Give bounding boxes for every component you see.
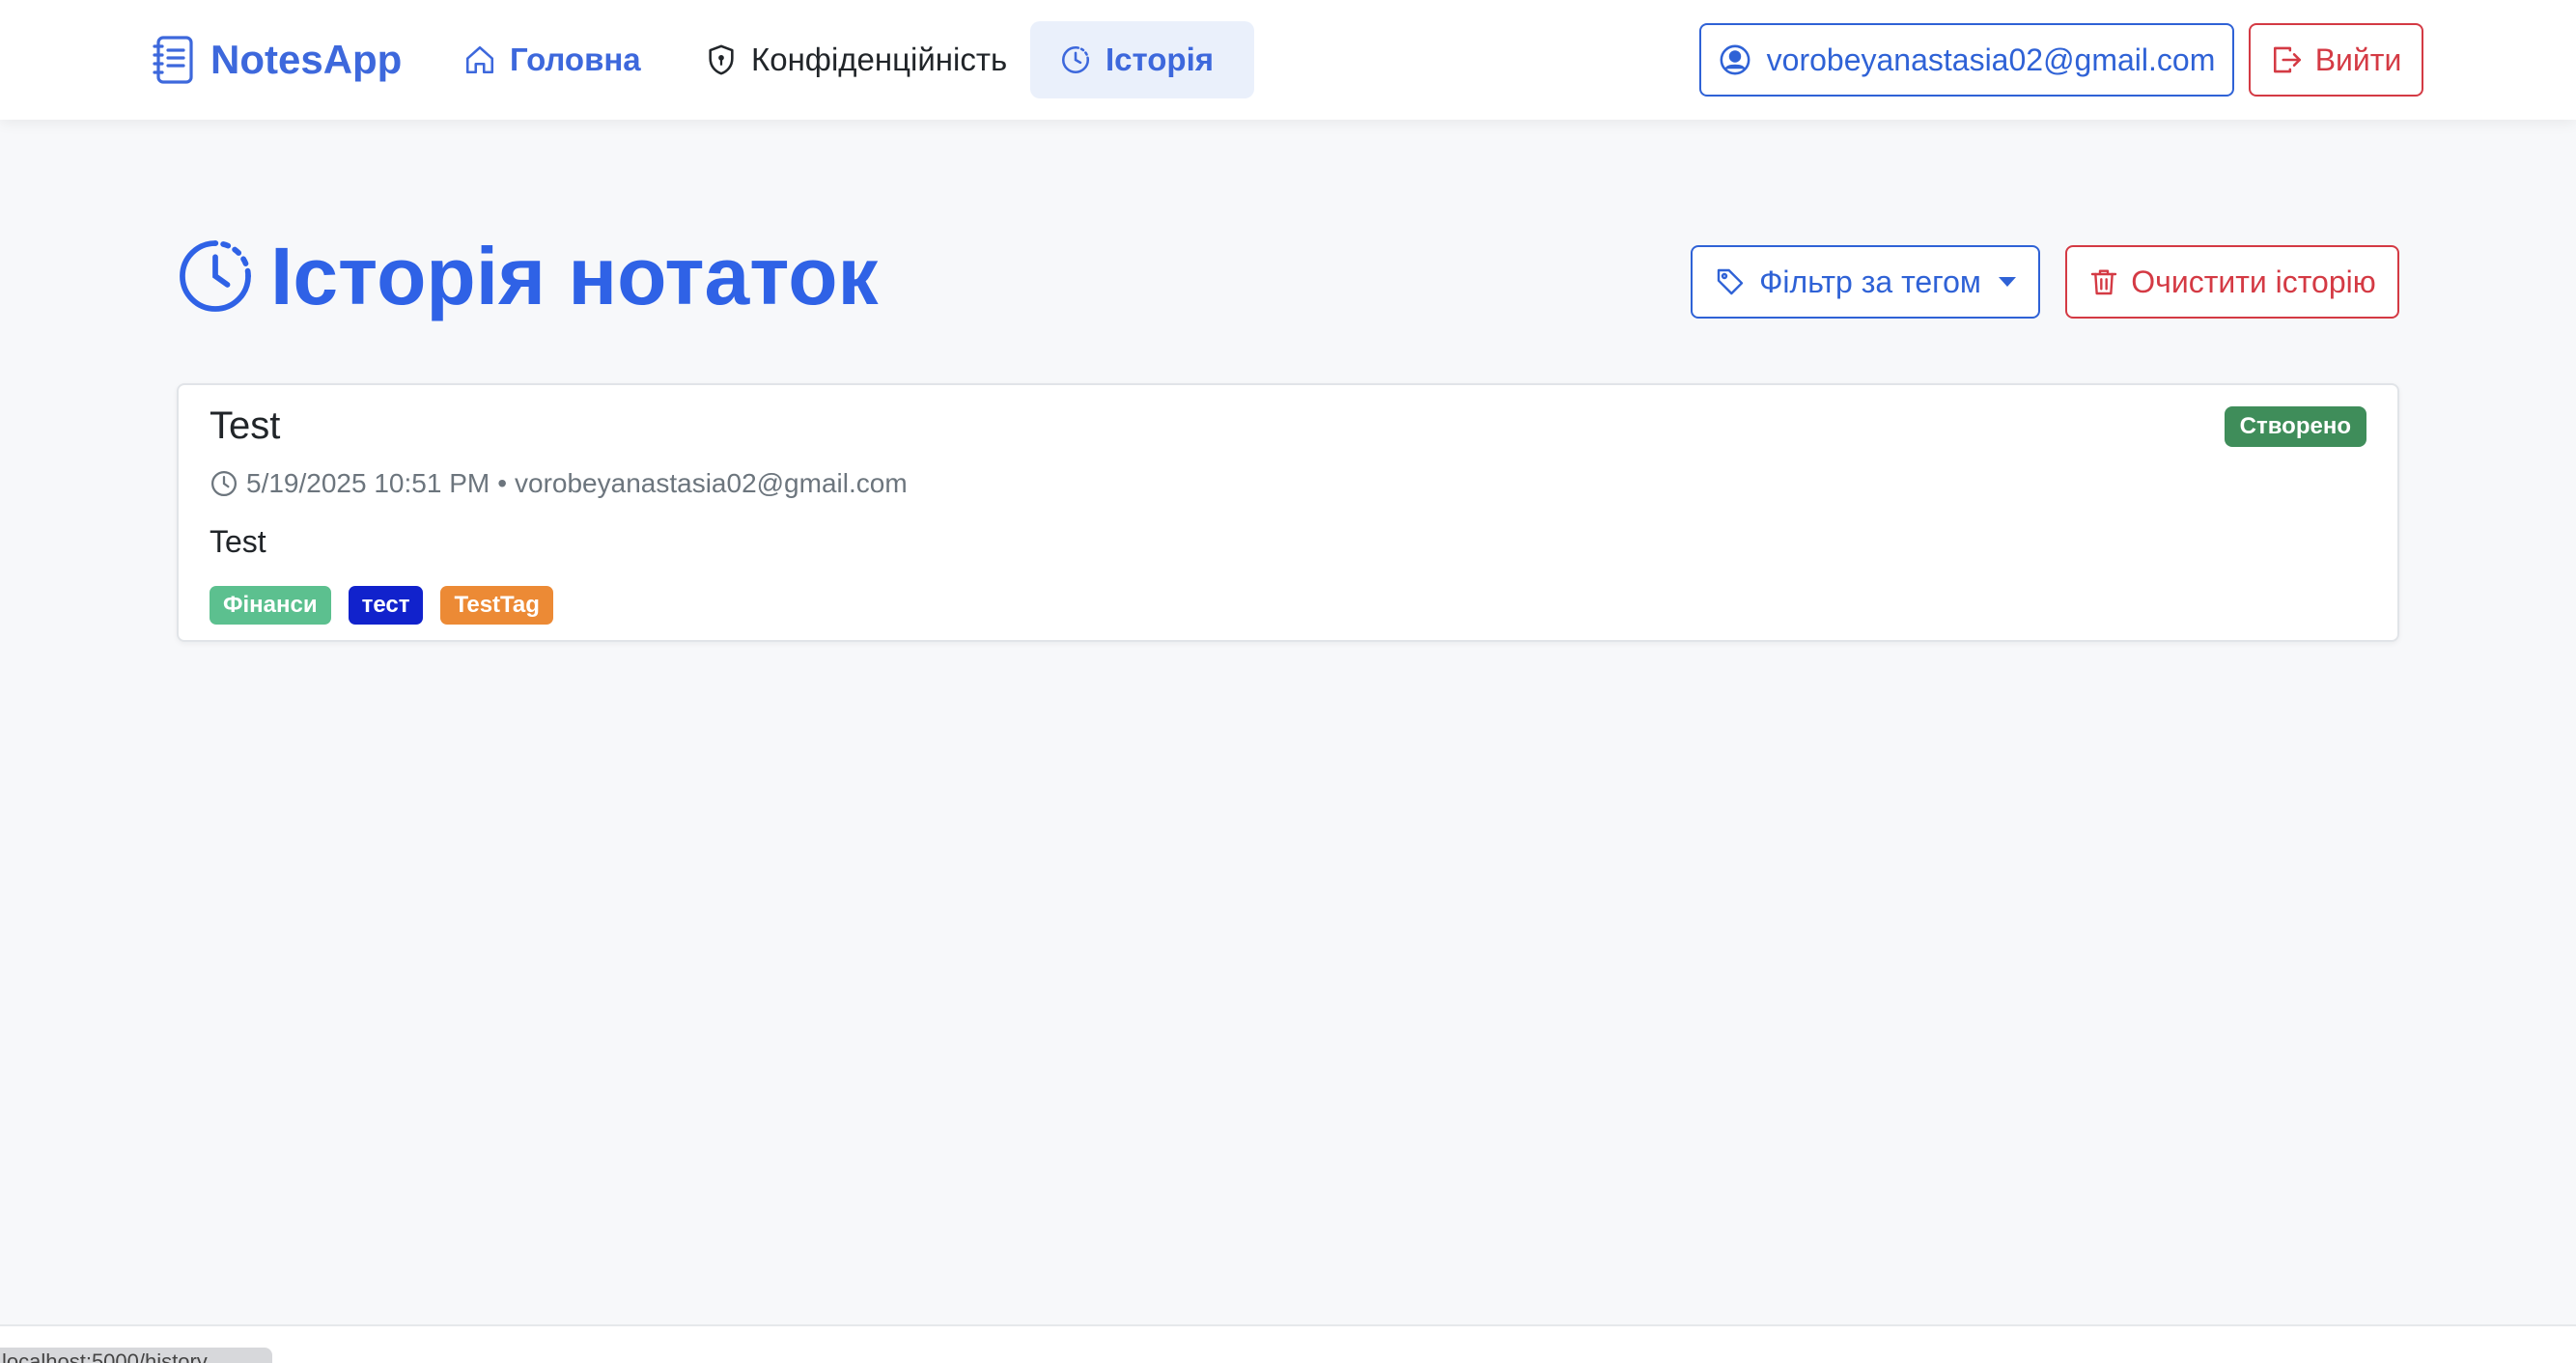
note-datetime: 5/19/2025 10:51 PM [246,468,490,498]
meta-separator: • [497,468,508,498]
logout-button[interactable]: Вийти [2249,23,2423,97]
history-note-card[interactable]: Test Створено 5/19/2025 10:51 PM • vorob… [177,383,2399,642]
tag-badge[interactable]: тест [348,586,424,625]
note-title: Test [210,404,281,447]
tag-icon [1717,268,1744,295]
filter-label: Фільтр за тегом [1759,264,1981,299]
trash-icon [2091,269,2117,295]
clock-icon [211,471,237,496]
clear-history-label: Очистити історію [2131,264,2376,299]
chevron-down-icon [1998,277,2016,287]
clock-history-icon [1061,45,1090,74]
note-body: Test [210,524,266,559]
note-author: vorobeyanastasia02@gmail.com [515,468,908,498]
bottom-strip [0,1324,2576,1363]
nav-link-home[interactable]: Головна [434,21,670,98]
nav-link-privacy[interactable]: Конфіденційність [676,21,1036,98]
note-tags: Фінанси тест TestTag [210,586,553,625]
status-badge: Створено [2224,406,2366,447]
user-email-label: vorobeyanastasia02@gmail.com [1766,42,2216,77]
nav-history-label: Історія [1106,42,1214,77]
nav-home-label: Головна [510,42,641,77]
notebook-icon [153,36,193,84]
page-title-text: Історія нотаток [270,230,879,321]
tag-badge[interactable]: Фінанси [210,586,331,625]
brand-name: NotesApp [210,37,403,82]
nav-link-history[interactable]: Історія [1030,21,1254,98]
home-icon [465,45,494,74]
status-bar-url: localhost:5000/history [0,1348,272,1363]
clear-history-button[interactable]: Очистити історію [2065,245,2399,319]
shield-icon [709,44,734,75]
nav-privacy-label: Конфіденційність [751,42,1008,77]
logout-icon [2273,46,2301,73]
note-meta: 5/19/2025 10:51 PM • vorobeyanastasia02@… [210,464,908,503]
tag-filter-dropdown[interactable]: Фільтр за тегом [1691,245,2040,319]
person-circle-icon [1720,44,1750,75]
tag-badge[interactable]: TestTag [440,586,553,625]
logout-label: Вийти [2314,42,2402,77]
top-navbar: NotesApp Головна Конфіденційність Історі… [0,0,2576,120]
brand-logo[interactable]: NotesApp [151,33,402,87]
page-title: Історія нотаток [174,228,879,324]
user-account-button[interactable]: vorobeyanastasia02@gmail.com [1699,23,2234,97]
clock-history-icon [180,240,251,312]
